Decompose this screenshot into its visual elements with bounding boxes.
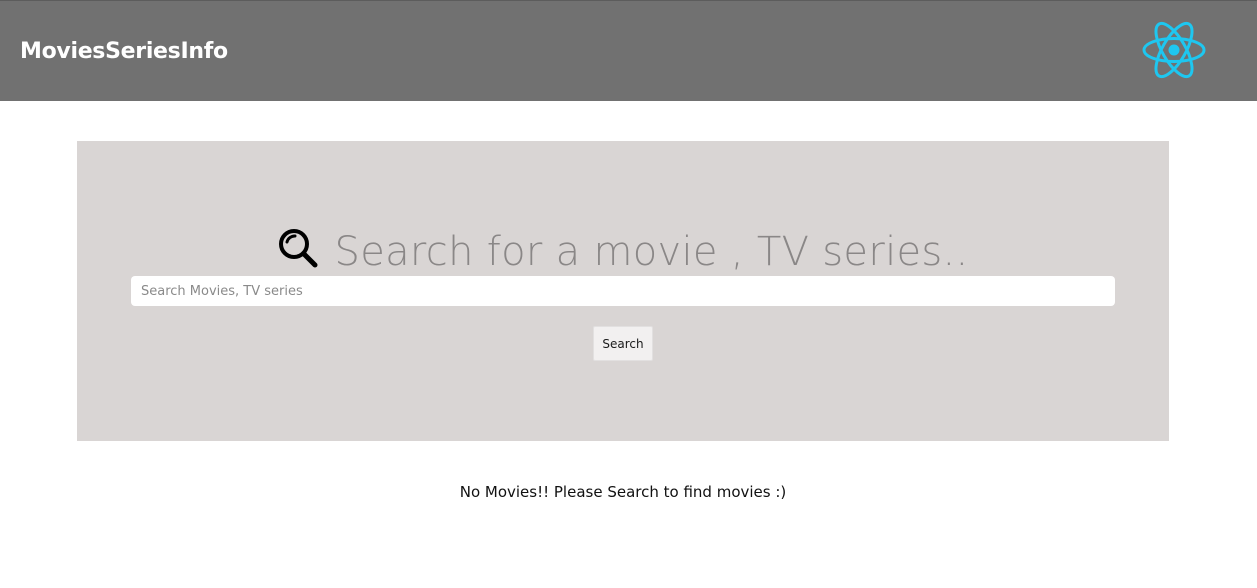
hero-heading-text: Search for a movie , TV series.. (334, 229, 969, 275)
search-icon (279, 229, 318, 268)
search-button[interactable]: Search (593, 326, 653, 361)
empty-results-message: No Movies!! Please Search to find movies… (459, 483, 787, 501)
hero-heading: Search for a movie , TV series.. (77, 227, 1169, 277)
search-hero: Search for a movie , TV series.. Search (77, 141, 1169, 441)
navbar: MoviesSeriesInfo (0, 0, 1257, 101)
react-logo-icon (1142, 21, 1206, 79)
search-input[interactable] (131, 276, 1115, 306)
brand-title[interactable]: MoviesSeriesInfo (20, 37, 228, 67)
